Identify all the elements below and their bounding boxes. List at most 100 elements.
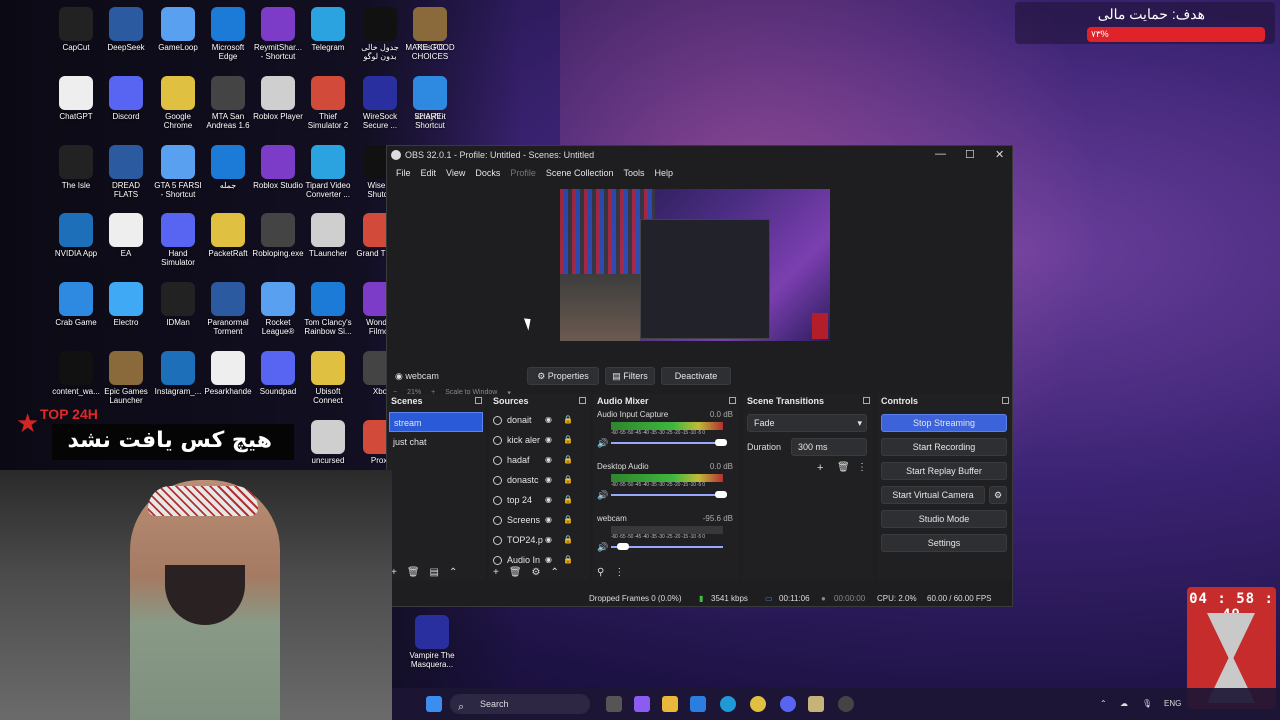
desktop-icon[interactable]: Paranormal Torment: [202, 279, 254, 345]
virtual-camera-settings-icon[interactable]: ⚙: [989, 486, 1007, 504]
close-icon[interactable]: ✕: [995, 148, 1004, 161]
desktop-icon[interactable]: MTA San Andreas 1.6: [202, 73, 254, 139]
lock-icon[interactable]: 🔒: [563, 436, 573, 444]
desktop-icon[interactable]: MAKE GOOD CHOICES: [404, 4, 456, 70]
source-item[interactable]: donastc ◉ 🔒: [489, 470, 589, 490]
volume-knob[interactable]: [617, 543, 629, 550]
desktop-icon[interactable]: Ubisoft Connect: [302, 348, 354, 414]
desktop-icon[interactable]: Vampire The Masquera...: [406, 612, 458, 678]
eye-icon[interactable]: ◉: [545, 556, 554, 564]
menu-help[interactable]: Help: [649, 166, 678, 182]
source-item[interactable]: top 24 ◉ 🔒: [489, 490, 589, 510]
desktop-icon[interactable]: Soundpad: [252, 348, 304, 414]
desktop-icon[interactable]: Roblox Studio: [252, 142, 304, 208]
program-preview[interactable]: [560, 189, 830, 341]
undock-icon[interactable]: [475, 397, 482, 404]
start-recording-button[interactable]: Start Recording: [881, 438, 1007, 456]
desktop-icon[interactable]: The Isle: [50, 142, 102, 208]
lock-icon[interactable]: 🔒: [563, 496, 573, 504]
speaker-icon[interactable]: 🔊: [597, 490, 608, 501]
add-icon[interactable]: +: [817, 462, 823, 474]
menu-edit[interactable]: Edit: [416, 166, 442, 182]
app-icon[interactable]: [808, 696, 824, 712]
eye-icon[interactable]: ◉: [545, 496, 554, 504]
desktop-icon[interactable]: Electro: [100, 279, 152, 345]
cloud-icon[interactable]: ☁: [1120, 699, 1128, 708]
start-icon[interactable]: [426, 696, 442, 712]
start-replay-buffer-button[interactable]: Start Replay Buffer: [881, 462, 1007, 480]
volume-knob[interactable]: [715, 439, 727, 446]
lock-icon[interactable]: 🔒: [563, 556, 573, 564]
desktop-icon[interactable]: Pesarkhande: [202, 348, 254, 414]
preview-area[interactable]: − 21% + Scale to Window ▾: [387, 184, 1012, 397]
desktop-icon[interactable]: Tipard Video Converter ...: [302, 142, 354, 208]
desktop-icon[interactable]: GameLoop: [152, 4, 204, 70]
desktop-icon[interactable]: جدول خالی بدون لوگو: [354, 4, 406, 70]
menu-profile[interactable]: Profile: [505, 166, 541, 182]
edge-icon[interactable]: [720, 696, 736, 712]
deactivate-button[interactable]: Deactivate: [661, 367, 731, 385]
undock-icon[interactable]: [863, 397, 870, 404]
obs-taskbar-icon[interactable]: [838, 696, 854, 712]
volume-knob[interactable]: [715, 491, 727, 498]
desktop-icon[interactable]: DREAD FLATS: [100, 142, 152, 208]
chrome-icon[interactable]: [750, 696, 766, 712]
desktop-icon[interactable]: TLauncher: [302, 210, 354, 276]
duration-input[interactable]: 300 ms: [791, 438, 867, 456]
source-item[interactable]: kick aler ◉ 🔒: [489, 430, 589, 450]
lock-icon[interactable]: 🔒: [563, 456, 573, 464]
file-explorer-icon[interactable]: [662, 696, 678, 712]
undock-icon[interactable]: [729, 397, 736, 404]
desktop-icon[interactable]: IDMan: [152, 279, 204, 345]
menu-tools[interactable]: Tools: [618, 166, 649, 182]
language-indicator[interactable]: ENG: [1164, 699, 1181, 708]
eye-icon[interactable]: ◉: [545, 436, 554, 444]
filter-icon[interactable]: ▤: [430, 567, 439, 578]
desktop-icon[interactable]: NVIDIA App: [50, 210, 102, 276]
remove-icon[interactable]: 🗑: [509, 567, 522, 578]
link-icon[interactable]: ⚲: [597, 567, 604, 578]
remove-icon[interactable]: 🗑: [407, 567, 420, 578]
desktop-icon[interactable]: DeepSeek: [100, 4, 152, 70]
move-up-icon[interactable]: ⌃: [551, 567, 559, 578]
desktop-icon[interactable]: Thief Simulator 2: [302, 73, 354, 139]
undock-icon[interactable]: [1002, 397, 1009, 404]
store-icon[interactable]: [690, 696, 706, 712]
transition-select[interactable]: Fade ▾: [747, 414, 867, 432]
eye-icon[interactable]: ◉: [545, 416, 554, 424]
filters-button[interactable]: ▤ Filters: [605, 367, 655, 385]
properties-button[interactable]: ⚙ Properties: [527, 367, 599, 385]
desktop-icon[interactable]: content_wa...: [50, 348, 102, 414]
desktop-icon[interactable]: PacketRaft: [202, 210, 254, 276]
minimize-icon[interactable]: —: [935, 148, 946, 160]
desktop-icon[interactable]: SHAREit: [404, 73, 456, 139]
settings-button[interactable]: Settings: [881, 534, 1007, 552]
stop-streaming-button[interactable]: Stop Streaming: [881, 414, 1007, 432]
speaker-icon[interactable]: 🔊: [597, 438, 608, 449]
task-view-icon[interactable]: [606, 696, 622, 712]
discord-icon[interactable]: [780, 696, 796, 712]
desktop-icon[interactable]: Tom Clancy's Rainbow Si...: [302, 279, 354, 345]
lock-icon[interactable]: 🔒: [563, 476, 573, 484]
undock-icon[interactable]: [579, 397, 586, 404]
lock-icon[interactable]: 🔒: [563, 416, 573, 424]
desktop-icon[interactable]: Telegram: [302, 4, 354, 70]
desktop-icon[interactable]: Roblox Player: [252, 73, 304, 139]
desktop-icon[interactable]: جمله: [202, 142, 254, 208]
maximize-icon[interactable]: ☐: [965, 148, 975, 161]
menu-file[interactable]: File: [391, 166, 416, 182]
volume-slider[interactable]: [611, 494, 723, 496]
copilot-icon[interactable]: [634, 696, 650, 712]
scene-item[interactable]: just chat: [389, 432, 483, 452]
speaker-icon[interactable]: 🔊: [597, 542, 608, 553]
volume-slider[interactable]: [611, 442, 723, 444]
eye-icon[interactable]: ◉: [545, 536, 554, 544]
add-icon[interactable]: +: [493, 567, 499, 578]
tray-chevron-icon[interactable]: ⌃: [1100, 699, 1107, 708]
desktop-icon[interactable]: Microsoft Edge: [202, 4, 254, 70]
lock-icon[interactable]: 🔒: [563, 536, 573, 544]
desktop-icon[interactable]: CapCut: [50, 4, 102, 70]
desktop-icon[interactable]: Instagram_...: [152, 348, 204, 414]
lock-icon[interactable]: 🔒: [563, 516, 573, 524]
menu-view[interactable]: View: [441, 166, 470, 182]
